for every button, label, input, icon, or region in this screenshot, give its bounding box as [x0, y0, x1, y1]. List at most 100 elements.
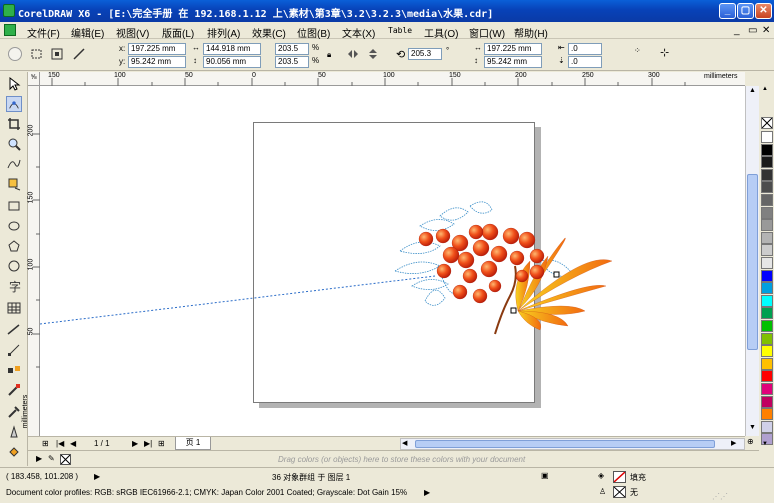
offset-x-field[interactable]: .0: [568, 43, 602, 55]
palette-scroll-down-icon[interactable]: ▼: [762, 441, 768, 447]
palette-scroll-up-icon[interactable]: ▲: [762, 86, 768, 92]
scale-y-field[interactable]: 203.5: [275, 56, 309, 68]
table-tool-icon[interactable]: [6, 300, 22, 316]
zoom-navigator-icon[interactable]: ⊕: [747, 437, 758, 448]
crop-tool-icon[interactable]: [6, 116, 22, 132]
menu-help[interactable]: 帮助(H): [514, 25, 548, 40]
document-palette-no-color-swatch[interactable]: [60, 454, 71, 465]
color-swatch[interactable]: [761, 206, 773, 219]
rotation-angle-field[interactable]: 205.3: [408, 48, 442, 60]
x-position-field[interactable]: 197.225 mm: [128, 43, 186, 55]
color-swatch[interactable]: [761, 181, 773, 194]
color-swatch[interactable]: [761, 332, 773, 345]
y-position-field[interactable]: 95.242 mm: [128, 56, 186, 68]
color-swatch[interactable]: [761, 257, 773, 269]
doc-restore-button[interactable]: ▭: [748, 25, 757, 36]
zoom-tool-icon[interactable]: [6, 136, 22, 152]
center-y-field[interactable]: 95.242 mm: [484, 56, 542, 68]
shape-tool-icon[interactable]: [6, 96, 22, 112]
menu-text[interactable]: 文本(X): [342, 25, 375, 40]
color-swatch[interactable]: [761, 307, 773, 320]
fill-bucket-icon[interactable]: ◈: [598, 471, 604, 480]
coords-expand-arrow-icon[interactable]: ▶: [94, 472, 100, 481]
vertical-scrollbar[interactable]: ▲ ▼: [745, 86, 759, 436]
document-palette-eyedropper-icon[interactable]: ✎: [48, 454, 55, 463]
color-swatch[interactable]: [761, 370, 773, 383]
scroll-down-arrow-icon[interactable]: ▼: [747, 424, 758, 434]
document-palette-arrow-icon[interactable]: ▶: [36, 454, 42, 463]
hscroll-right-arrow-icon[interactable]: ▶: [731, 439, 736, 447]
rotate-mode-icon[interactable]: [8, 47, 22, 61]
color-swatch[interactable]: [761, 131, 773, 143]
lock-ratio-icon[interactable]: 🔒︎: [327, 50, 331, 60]
add-page-icon[interactable]: ⊞: [42, 439, 49, 448]
connector-tool-icon[interactable]: [6, 342, 22, 358]
vertical-ruler[interactable]: 200 150 100 50 millimeters: [22, 86, 40, 436]
menu-table[interactable]: Table: [388, 26, 412, 35]
page-tab[interactable]: 页 1: [175, 437, 211, 450]
fill-tool-icon[interactable]: [6, 444, 22, 460]
color-swatch[interactable]: [761, 244, 773, 257]
height-field[interactable]: 90.056 mm: [203, 56, 261, 68]
horizontal-ruler[interactable]: 150 100 50 0 50 100 150 200 250 300 mill…: [40, 72, 745, 86]
drawing-canvas[interactable]: [40, 86, 745, 436]
color-swatch[interactable]: [761, 168, 773, 181]
color-swatch[interactable]: [761, 408, 773, 421]
tilt-icon[interactable]: [30, 47, 44, 61]
mirror-horizontal-icon[interactable]: [346, 47, 360, 61]
add-page-after-icon[interactable]: ⊞: [158, 439, 165, 448]
fill-color-indicator[interactable]: [613, 471, 626, 483]
menu-view[interactable]: 视图(V): [116, 25, 149, 40]
doc-close-button[interactable]: ✕: [762, 25, 770, 36]
text-tool-icon[interactable]: 字: [6, 278, 22, 294]
color-swatch[interactable]: [761, 231, 773, 244]
ruler-origin-corner[interactable]: ⅝: [28, 72, 40, 86]
last-page-icon[interactable]: ▶|: [144, 439, 152, 448]
dimension-tool-icon[interactable]: [6, 322, 22, 338]
no-color-swatch[interactable]: [761, 117, 773, 129]
color-swatch[interactable]: [761, 345, 773, 358]
color-swatch[interactable]: [761, 219, 773, 232]
menu-edit[interactable]: 编辑(E): [71, 25, 104, 40]
first-page-icon[interactable]: |◀: [56, 439, 64, 448]
menu-layout[interactable]: 版面(L): [162, 25, 194, 40]
menu-file[interactable]: 文件(F): [27, 25, 60, 40]
ellipse-tool-icon[interactable]: [6, 218, 22, 234]
color-swatch[interactable]: [761, 320, 773, 332]
eyedropper-tool-icon[interactable]: [6, 404, 22, 420]
color-swatch[interactable]: [761, 357, 773, 370]
doc-minimize-button[interactable]: _: [734, 25, 740, 36]
freehand-tool-icon[interactable]: [6, 156, 22, 172]
color-swatch[interactable]: [761, 194, 773, 206]
next-page-icon[interactable]: ▶: [132, 439, 138, 448]
transparency-tool-icon[interactable]: [6, 382, 22, 398]
color-swatch[interactable]: [761, 269, 773, 282]
menu-bitmaps[interactable]: 位图(B): [297, 25, 330, 40]
mirror-vertical-icon[interactable]: [366, 47, 380, 61]
hscroll-left-arrow-icon[interactable]: ◀: [402, 439, 407, 447]
color-swatch[interactable]: [761, 282, 773, 295]
relative-position-icon[interactable]: ⁘: [634, 46, 641, 55]
skew-icon[interactable]: [72, 47, 86, 61]
menu-tools[interactable]: 工具(O): [424, 25, 458, 40]
menu-window[interactable]: 窗口(W): [469, 25, 505, 40]
width-field[interactable]: 144.918 mm: [203, 43, 261, 55]
center-x-field[interactable]: 197.225 mm: [484, 43, 542, 55]
prev-page-icon[interactable]: ◀: [70, 439, 76, 448]
color-swatch[interactable]: [761, 420, 773, 433]
smart-fill-tool-icon[interactable]: [6, 176, 22, 192]
color-swatch[interactable]: [761, 383, 773, 395]
profile-expand-arrow-icon[interactable]: ▶: [424, 488, 430, 497]
close-button[interactable]: ✕: [755, 3, 772, 19]
scroll-up-arrow-icon[interactable]: ▲: [747, 87, 758, 97]
polygon-tool-icon[interactable]: [6, 238, 22, 254]
outline-tool-icon[interactable]: [6, 424, 22, 440]
horizontal-scrollbar[interactable]: ◀ ▶: [400, 438, 745, 450]
rectangle-tool-icon[interactable]: [6, 198, 22, 214]
outline-pen-icon[interactable]: ♙: [599, 487, 606, 496]
resize-grip-icon[interactable]: ⋰⋰: [712, 492, 728, 501]
pick-tool-icon[interactable]: [6, 76, 22, 92]
hscroll-thumb[interactable]: [415, 440, 715, 448]
color-swatch[interactable]: [761, 395, 773, 408]
basic-shapes-tool-icon[interactable]: [6, 258, 22, 274]
